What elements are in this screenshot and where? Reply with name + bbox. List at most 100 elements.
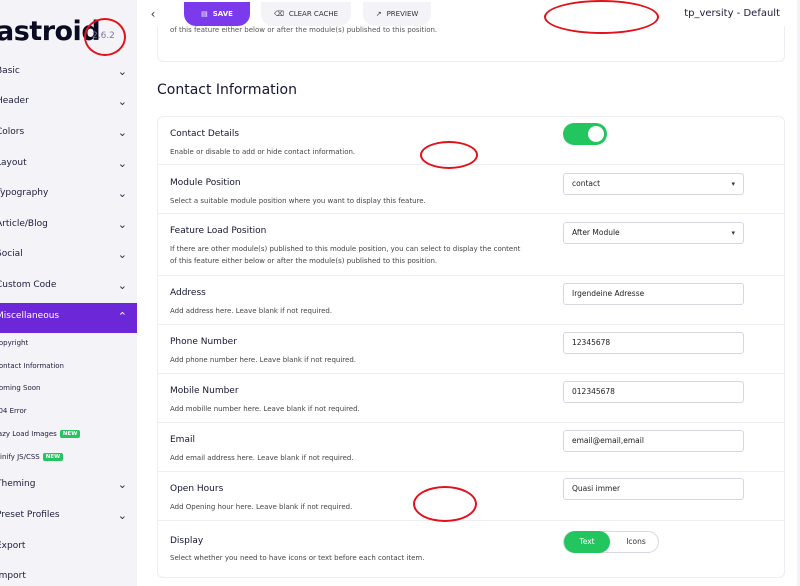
eraser-icon: ⌫ (273, 10, 284, 18)
setting-description: Select a suitable module position where … (170, 197, 426, 205)
sidebar-item-label: Typography (0, 188, 49, 198)
sidebar-item-label: Basic (0, 66, 20, 76)
address-input[interactable]: Irgendeine Adresse (563, 283, 744, 305)
setting-title: Email (170, 435, 195, 445)
new-badge: NEW (42, 453, 64, 461)
phone-number-input[interactable]: 12345678 (563, 332, 744, 354)
chevron-down-icon: ⌄ (117, 248, 127, 261)
sidebar: astroid 2.6.2 Basic ⌄ Header ⌄ Colors ⌄ … (0, 0, 137, 586)
setting-title: Feature Load Position (170, 226, 267, 236)
sidebar-item-social[interactable]: Social ⌄ (0, 241, 137, 271)
sidebar-subitem-404-error[interactable]: 404 Error (0, 403, 137, 423)
setting-row-address: Address Add address here. Leave blank if… (158, 276, 784, 325)
setting-description: Add phone number here. Leave blank if no… (170, 356, 356, 364)
version-label: 2.6.2 (92, 31, 115, 41)
chevron-up-icon: ⌃ (117, 310, 127, 323)
chevron-down-icon: ⌄ (117, 126, 127, 139)
clear-cache-button[interactable]: ⌫ CLEAR CACHE (261, 2, 351, 26)
chevron-down-icon: ⌄ (117, 478, 127, 491)
sidebar-item-colors[interactable]: Colors ⌄ (0, 119, 137, 149)
sidebar-item-article-blog[interactable]: Article/Blog ⌄ (0, 211, 137, 241)
setting-title: Contact Details (170, 129, 240, 139)
mobile-number-input[interactable]: 012345678 (563, 381, 744, 403)
sidebar-item-preset-profiles[interactable]: Preset Profiles ⌄ (0, 502, 137, 532)
sidebar-item-label: Theming (0, 479, 36, 489)
setting-title: Mobile Number (170, 386, 239, 396)
setting-row-feature-load-position: Feature Load Position If there are other… (158, 214, 784, 276)
sidebar-subitem-label: Lazy Load Images (0, 430, 57, 438)
sidebar-item-theming[interactable]: Theming ⌄ (0, 471, 137, 501)
sidebar-item-custom-code[interactable]: Custom Code ⌄ (0, 272, 137, 302)
previous-section-card: of this feature either below or after th… (157, 26, 785, 62)
chevron-down-icon: ⌄ (117, 279, 127, 292)
chevron-down-icon: ⌄ (117, 157, 127, 170)
sidebar-item-typography[interactable]: Typography ⌄ (0, 180, 137, 210)
section-title: Contact Information (157, 82, 297, 98)
settings-card: Contact Details Enable or disable to add… (157, 116, 785, 578)
brand: astroid 2.6.2 (0, 8, 137, 52)
clear-cache-label: CLEAR CACHE (288, 10, 339, 18)
sidebar-item-label: Import (0, 571, 26, 581)
setting-row-display: Display Select whether you need to have … (158, 521, 784, 577)
chevron-down-icon: ⌄ (117, 95, 127, 108)
sidebar-subitem-label: Minify JS/CSS (0, 453, 40, 461)
module-position-value: contact (572, 179, 601, 188)
setting-row-module-position: Module Position Select a suitable module… (158, 165, 784, 214)
sidebar-item-layout[interactable]: Layout ⌄ (0, 150, 137, 180)
setting-row-phone-number: Phone Number Add phone number here. Leav… (158, 325, 784, 374)
save-icon: ▤ (201, 10, 208, 18)
setting-row-contact-details: Contact Details Enable or disable to add… (158, 117, 784, 165)
sidebar-subitem-label: Coming Soon (0, 384, 41, 392)
setting-title: Open Hours (170, 484, 224, 494)
setting-row-mobile-number: Mobile Number Add mobille number here. L… (158, 374, 784, 423)
sidebar-item-header[interactable]: Header ⌄ (0, 88, 137, 118)
caret-down-icon: ▾ (731, 229, 735, 237)
feature-load-position-select[interactable]: After Module ▾ (563, 222, 744, 244)
sidebar-subitem-copyright[interactable]: Copyright (0, 335, 137, 355)
sidebar-subitem-minify-js-css[interactable]: Minify JS/CSSNEW (0, 449, 137, 469)
new-badge: NEW (59, 430, 81, 438)
toggle-knob (588, 126, 604, 142)
preview-label: PREVIEW (386, 10, 419, 18)
setting-description: Add mobille number here. Leave blank if … (170, 405, 360, 413)
display-option-text[interactable]: Text (564, 531, 610, 553)
setting-description: Enable or disable to add or hide contact… (170, 148, 356, 156)
setting-description: Add Opening hour here. Leave blank if no… (170, 503, 353, 511)
preview-button[interactable]: ↗ PREVIEW (363, 2, 431, 26)
save-button[interactable]: ▤ SAVE (184, 2, 250, 26)
chevron-down-icon: ⌄ (117, 187, 127, 200)
setting-description: Add address here. Leave blank if not req… (170, 307, 333, 315)
brand-logo: astroid (0, 16, 101, 47)
sidebar-item-basic[interactable]: Basic ⌄ (0, 58, 137, 88)
setting-description: Select whether you need to have icons or… (170, 554, 425, 562)
email-input[interactable]: email@email,email (563, 430, 744, 452)
setting-row-email: Email Add email address here. Leave blan… (158, 423, 784, 472)
main-content: of this feature either below or after th… (137, 26, 800, 586)
sidebar-item-label: Custom Code (0, 280, 57, 290)
sidebar-item-label: Article/Blog (0, 219, 48, 229)
sidebar-subitem-contact-information[interactable]: Contact Information (0, 358, 137, 378)
setting-title: Display (170, 536, 204, 546)
module-position-select[interactable]: contact ▾ (563, 173, 744, 195)
sidebar-subitem-coming-soon[interactable]: Coming Soon (0, 380, 137, 400)
chevron-down-icon: ⌄ (117, 509, 127, 522)
chevron-down-icon: ⌄ (117, 218, 127, 231)
sidebar-subitem-label: Copyright (0, 339, 29, 347)
display-option-icons[interactable]: Icons (616, 532, 656, 552)
sidebar-item-import[interactable]: Import (0, 563, 137, 586)
external-link-icon: ↗ (375, 10, 382, 18)
sidebar-item-label: Layout (0, 158, 27, 168)
collapse-sidebar-icon[interactable]: ‹ (145, 6, 161, 22)
setting-description-line2: of this feature either below or after th… (170, 257, 438, 265)
sidebar-item-label: Social (0, 249, 23, 259)
sidebar-item-label: Export (0, 541, 26, 551)
setting-title: Phone Number (170, 337, 237, 347)
sidebar-item-miscellaneous[interactable]: Miscellaneous ⌃ (0, 303, 137, 333)
caret-down-icon: ▾ (731, 180, 735, 188)
sidebar-subitem-lazy-load-images[interactable]: Lazy Load Images NEW (0, 426, 137, 446)
open-hours-input[interactable]: Quasi immer (563, 478, 744, 500)
sidebar-item-label: Preset Profiles (0, 510, 60, 520)
contact-details-toggle[interactable] (563, 123, 607, 145)
template-name: tp_versity - Default (684, 8, 780, 19)
sidebar-item-export[interactable]: Export (0, 533, 137, 563)
